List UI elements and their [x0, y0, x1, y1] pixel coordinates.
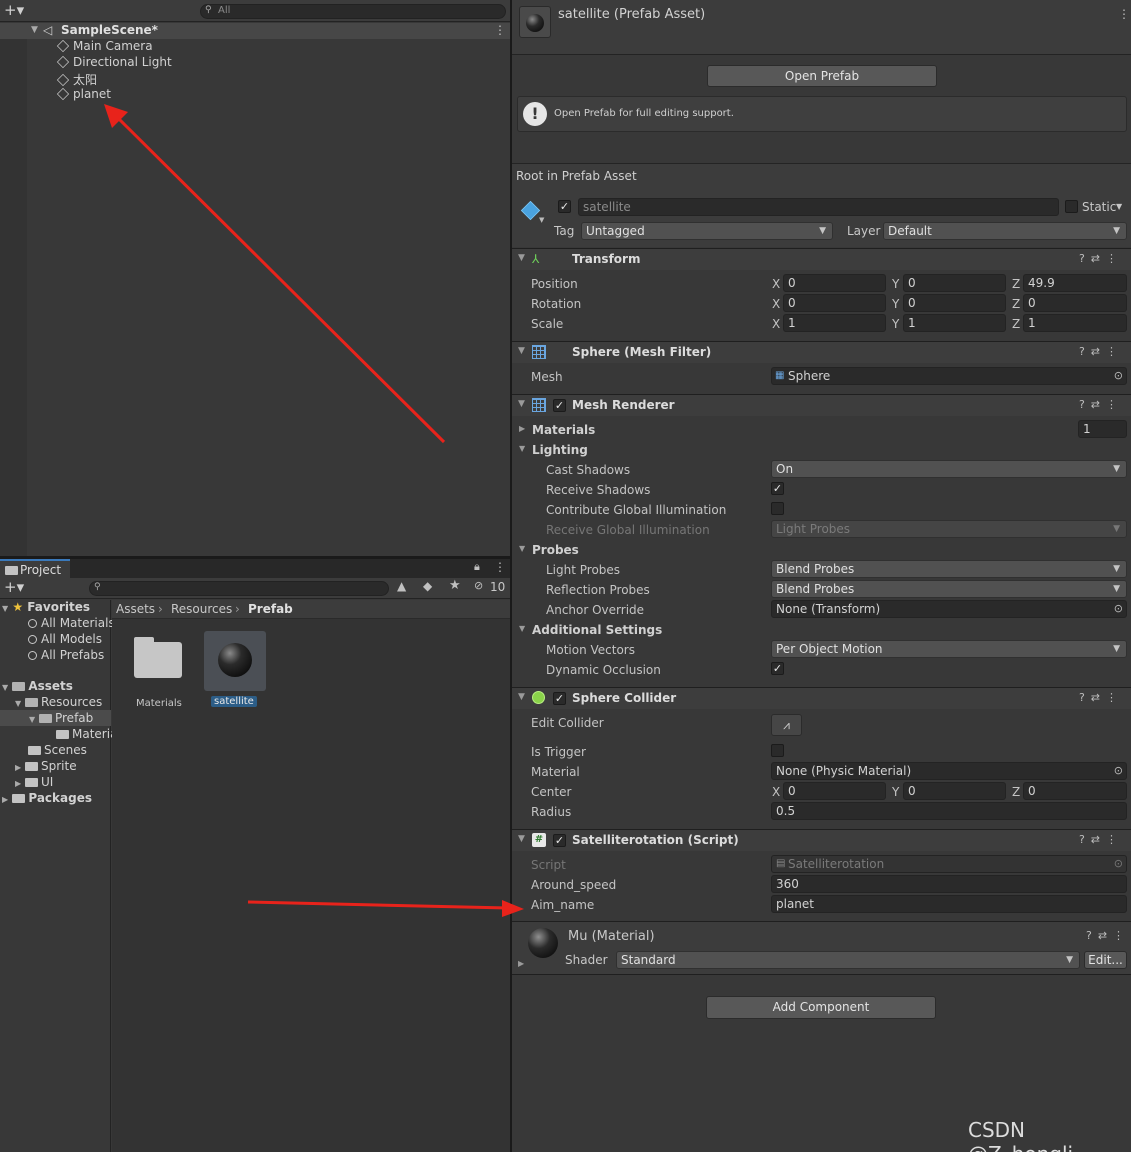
annotation-arrows [104, 104, 524, 917]
annotation-arrowhead [502, 900, 524, 917]
annotation-arrow-line [247, 900, 509, 910]
watermark: CSDN @Z_hongli [968, 1118, 1073, 1152]
annotation-arrow-line [116, 116, 446, 444]
